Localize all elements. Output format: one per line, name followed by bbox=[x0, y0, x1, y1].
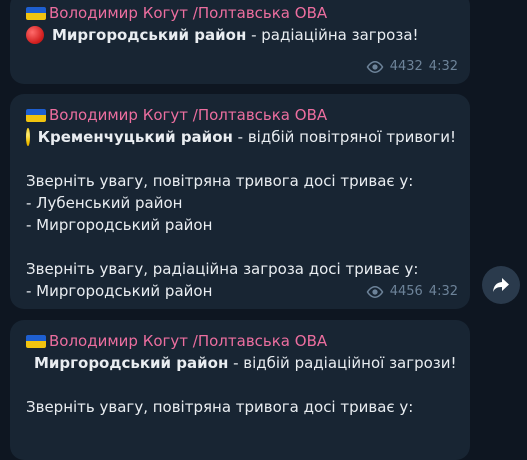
sender-line: Володимир Когут /Полтавська ОВА bbox=[26, 330, 456, 352]
body-line bbox=[26, 236, 456, 258]
sender-line: Володимир Когут /Полтавська ОВА bbox=[26, 104, 456, 126]
message-time: 4:32 bbox=[428, 59, 458, 74]
message-meta: 4456 4:32 bbox=[366, 281, 458, 303]
message-meta: 4432 4:32 bbox=[366, 56, 458, 78]
sender-name[interactable]: Володимир Когут /Полтавська ОВА bbox=[49, 104, 327, 126]
eye-icon bbox=[366, 286, 384, 298]
eye-icon bbox=[366, 61, 384, 73]
ukraine-flag-icon bbox=[26, 108, 46, 122]
sender-line: Володимир Когут /Полтавська ОВА bbox=[26, 2, 456, 24]
message-bubble[interactable]: Володимир Когут /Полтавська ОВА Кременчу… bbox=[10, 94, 470, 309]
sender-name[interactable]: Володимир Когут /Полтавська ОВА bbox=[49, 330, 327, 352]
body-line: Зверніть увагу, повітряна тривога досі т… bbox=[26, 172, 414, 190]
message-time: 4:32 bbox=[428, 284, 458, 299]
message-bubble[interactable]: Володимир Когут /Полтавська ОВА Миргород… bbox=[10, 0, 470, 84]
body-line: Зверніть увагу, радіаційна загроза досі … bbox=[26, 260, 419, 278]
headline-status: - відбій радіаційної загрози! bbox=[228, 354, 457, 372]
headline-district: Миргородський район bbox=[52, 26, 247, 44]
message-bubble[interactable]: Володимир Когут /Полтавська ОВА Миргород… bbox=[10, 320, 470, 460]
sender-name[interactable]: Володимир Когут /Полтавська ОВА bbox=[49, 2, 327, 24]
view-count: 4456 bbox=[389, 284, 423, 299]
headline-district: Кременчуцький район bbox=[37, 128, 233, 146]
headline-status: - радіаційна загроза! bbox=[246, 26, 419, 44]
headline: Кременчуцький район - відбій повітряної … bbox=[26, 126, 456, 148]
share-arrow-icon bbox=[493, 278, 509, 292]
ukraine-flag-icon bbox=[26, 6, 46, 20]
red-circle-icon bbox=[26, 26, 44, 44]
ukraine-flag-icon bbox=[26, 334, 46, 348]
yellow-circle-icon bbox=[26, 128, 30, 146]
headline-district: Миргородський район bbox=[34, 354, 229, 372]
share-button[interactable] bbox=[482, 266, 520, 304]
headline: Миргородський район - відбій радіаційної… bbox=[26, 352, 457, 374]
body-line: Зверніть увагу, повітряна тривога досі т… bbox=[26, 398, 414, 416]
headline: Миргородський район - радіаційна загроза… bbox=[26, 24, 456, 46]
body-line: - Миргородський район bbox=[26, 216, 213, 234]
body-line: - Лубенський район bbox=[26, 194, 183, 212]
view-count: 4432 bbox=[389, 59, 423, 74]
headline-status: - відбій повітряної тривоги! bbox=[232, 128, 456, 146]
